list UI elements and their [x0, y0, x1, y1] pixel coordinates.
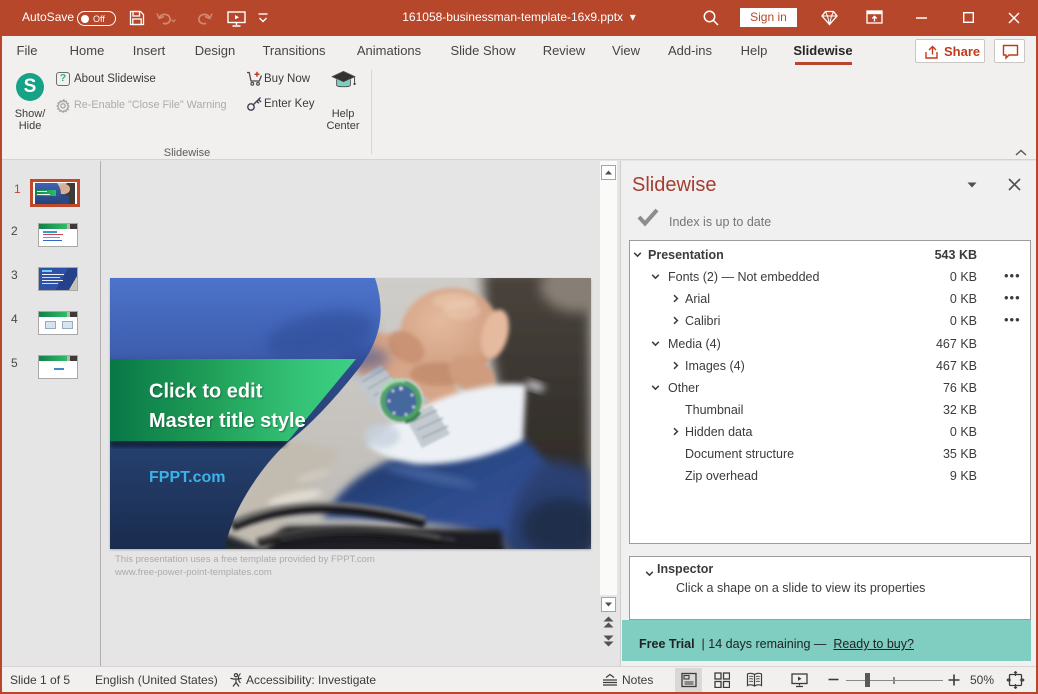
svg-text:Click to edit: Click to edit: [149, 381, 263, 403]
svg-text:FPPT.com: FPPT.com: [149, 469, 225, 486]
svg-text:Master title style: Master title style: [149, 410, 306, 432]
